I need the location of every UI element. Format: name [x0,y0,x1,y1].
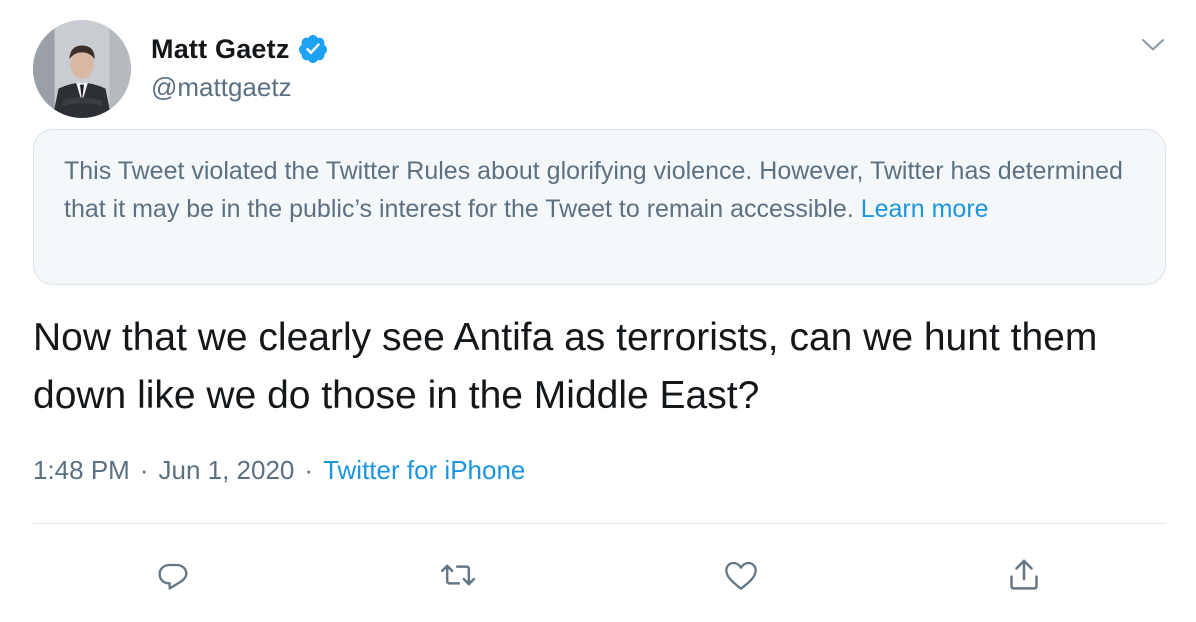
author-display-name[interactable]: Matt Gaetz [151,34,290,65]
author-name-row[interactable]: Matt Gaetz [151,29,329,69]
verified-badge-icon [297,33,329,65]
tweet-date[interactable]: Jun 1, 2020 [159,455,295,485]
retweet-icon [440,564,476,586]
avatar[interactable] [33,20,131,118]
learn-more-link[interactable]: Learn more [861,195,989,223]
tweet-meta: 1:48 PM · Jun 1, 2020 · Twitter for iPhone [33,455,525,486]
reply-icon [158,563,188,590]
tweet-time[interactable]: 1:48 PM [33,455,130,485]
policy-notice: This Tweet violated the Twitter Rules ab… [33,129,1166,285]
divider [33,523,1166,524]
meta-separator: · [304,455,314,485]
tweet-text: Now that we clearly see Antifa as terror… [33,316,1098,417]
retweet-button[interactable] [438,555,478,595]
share-icon [1010,559,1038,590]
like-button[interactable] [721,555,761,595]
heart-icon [725,561,757,590]
reply-button[interactable] [153,555,193,595]
chevron-down-icon[interactable] [1138,30,1168,60]
author-handle[interactable]: @mattgaetz [151,72,292,103]
tweet-source-link[interactable]: Twitter for iPhone [323,455,525,485]
share-button[interactable] [1004,555,1044,595]
avatar-photo [33,20,131,118]
meta-separator: · [139,455,149,485]
tweet-card: Matt Gaetz @mattgaetz This Tweet violate… [0,0,1196,622]
